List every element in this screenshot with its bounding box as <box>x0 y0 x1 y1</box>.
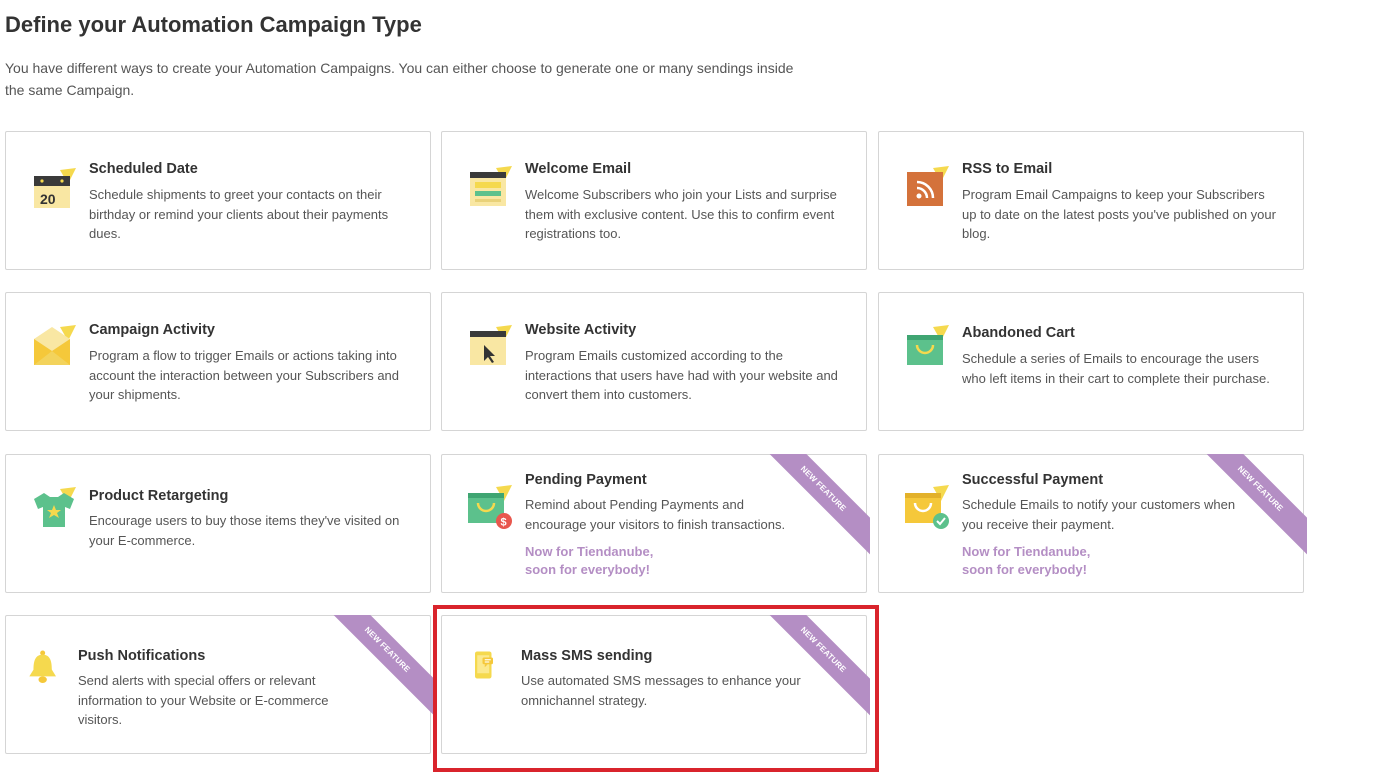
card-title: Mass SMS sending <box>521 648 653 664</box>
welcome-browser-icon <box>470 166 512 206</box>
intro-line-2: the same Campaign. <box>5 82 135 98</box>
card-note: Now for Tiendanube, soon for everybody! <box>525 543 653 579</box>
card-title: RSS to Email <box>962 161 1053 177</box>
card-rss-to-email[interactable]: RSS to Email Program Email Campaigns to … <box>878 131 1304 270</box>
card-title: Push Notifications <box>78 648 206 664</box>
card-description: Remind about Pending Payments and encour… <box>525 497 786 532</box>
card-description: Program Email Campaigns to keep your Sub… <box>962 187 1276 241</box>
note-line-1: Now for Tiendanube, <box>525 544 654 559</box>
calendar-day: 20 <box>40 191 56 207</box>
card-title: Website Activity <box>525 322 637 338</box>
card-description: Send alerts with special offers or relev… <box>78 673 329 727</box>
card-description: Program Emails customized according to t… <box>525 348 838 402</box>
intro-line-1: You have different ways to create your A… <box>5 60 794 76</box>
card-title: Abandoned Cart <box>962 325 1075 341</box>
shopping-bag-icon <box>907 325 949 365</box>
mobile-sms-icon <box>475 651 493 679</box>
card-title: Welcome Email <box>525 161 632 177</box>
card-description: Schedule a series of Emails to encourage… <box>962 351 1270 386</box>
card-welcome-email[interactable]: Welcome Email Welcome Subscribers who jo… <box>441 131 867 270</box>
card-scheduled-date[interactable]: 20 Scheduled Date Schedule shipments to … <box>5 131 431 270</box>
card-product-retargeting[interactable]: Product Retargeting Encourage users to b… <box>5 454 431 593</box>
dollar-sign: $ <box>501 517 507 529</box>
card-push-notifications[interactable]: Push Notifications Send alerts with spec… <box>5 615 434 754</box>
card-title: Product Retargeting <box>89 488 229 504</box>
note-line-1: Now for Tiendanube, <box>962 544 1091 559</box>
card-title: Scheduled Date <box>89 161 198 177</box>
card-title: Successful Payment <box>962 472 1104 488</box>
card-description: Program a flow to trigger Emails or acti… <box>89 348 400 402</box>
card-note: Now for Tiendanube, soon for everybody! <box>962 543 1090 579</box>
card-successful-payment[interactable]: Successful Payment Schedule Emails to no… <box>878 454 1307 593</box>
bag-check-icon <box>905 485 949 529</box>
card-title: Pending Payment <box>525 472 647 488</box>
card-description: Use automated SMS messages to enhance yo… <box>521 673 801 708</box>
tshirt-icon <box>34 487 76 527</box>
card-abandoned-cart[interactable]: Abandoned Cart Schedule a series of Emai… <box>878 292 1304 431</box>
page-title: Define your Automation Campaign Type <box>5 12 422 37</box>
card-pending-payment[interactable]: $ Pending Payment Remind about Pending P… <box>441 454 870 593</box>
card-description: Encourage users to buy those items they'… <box>89 513 400 548</box>
browser-cursor-icon <box>470 325 512 365</box>
calendar-icon: 20 <box>34 168 76 208</box>
card-description: Schedule shipments to greet your contact… <box>89 187 389 241</box>
card-mass-sms[interactable]: Mass SMS sending Use automated SMS messa… <box>441 615 870 754</box>
rss-icon <box>907 166 949 206</box>
card-campaign-activity[interactable]: Campaign Activity Program a flow to trig… <box>5 292 431 431</box>
note-line-2: soon for everybody! <box>525 562 650 577</box>
card-description: Schedule Emails to notify your customers… <box>962 497 1236 532</box>
page-intro: You have different ways to create your A… <box>5 57 865 101</box>
card-title: Campaign Activity <box>89 322 215 338</box>
card-website-activity[interactable]: Website Activity Program Emails customiz… <box>441 292 867 431</box>
bag-dollar-icon: $ <box>468 485 512 529</box>
note-line-2: soon for everybody! <box>962 562 1087 577</box>
card-description: Welcome Subscribers who join your Lists … <box>525 187 837 241</box>
envelope-icon <box>34 325 76 365</box>
bell-icon <box>29 650 56 683</box>
